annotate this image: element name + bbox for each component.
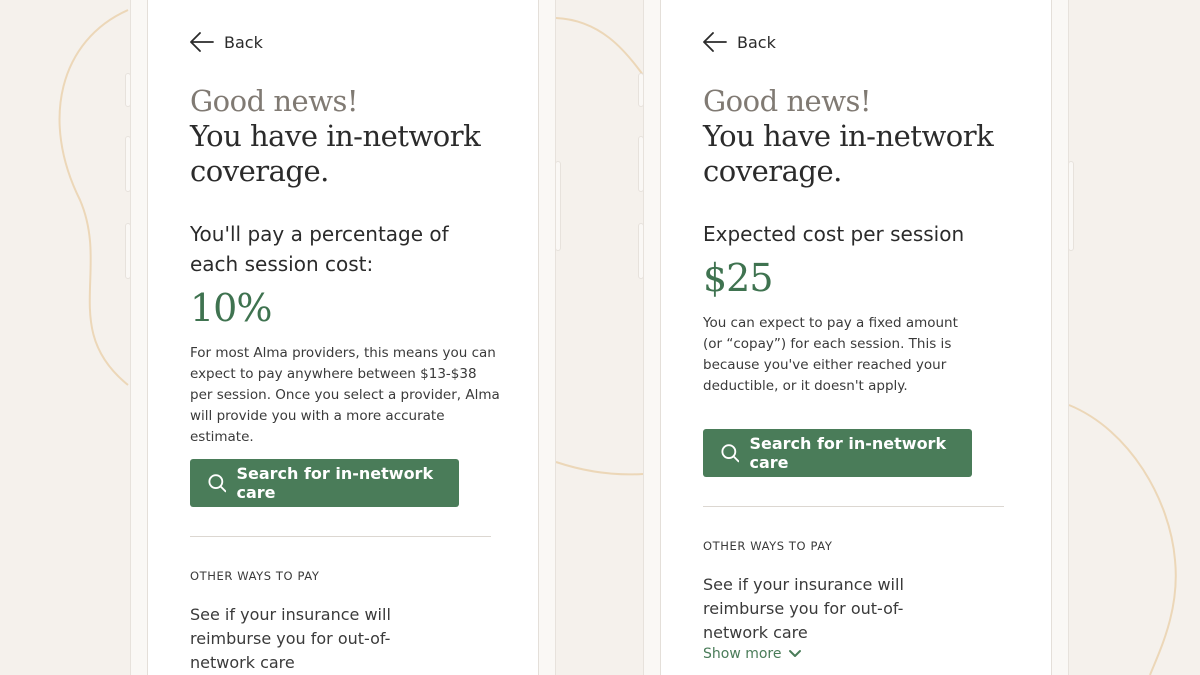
coverage-card-copay: Back Good news! You have in-network cove… — [660, 0, 1052, 675]
arrow-left-icon — [703, 32, 727, 52]
show-more-label: Show more — [703, 646, 782, 662]
cost-explanation: You can expect to pay a fixed amount (or… — [703, 315, 958, 394]
phone-side-button — [125, 136, 131, 192]
search-in-network-button[interactable]: Search for in-network care — [703, 429, 972, 477]
cost-explanation: For most Alma providers, this means you … — [190, 345, 500, 445]
back-label: Back — [224, 32, 263, 52]
back-button[interactable]: Back — [190, 32, 263, 52]
phone-side-button — [125, 73, 131, 107]
headline-good-news: Good news! — [190, 84, 359, 118]
coinsurance-value: 10% — [190, 286, 272, 330]
search-icon — [721, 444, 740, 463]
chevron-down-icon — [788, 650, 801, 657]
divider — [190, 536, 491, 537]
page-title: Good news! You have in-network coverage. — [703, 84, 1033, 189]
phone-side-button — [638, 73, 644, 107]
phone-side-button — [1068, 161, 1074, 251]
show-more-link[interactable]: Show more — [703, 646, 802, 662]
phone-side-button — [638, 136, 644, 192]
back-label: Back — [737, 32, 776, 52]
copay-value: $25 — [703, 256, 774, 300]
divider — [703, 506, 1004, 507]
phone-side-button — [638, 223, 644, 279]
coverage-card-percentage: Back Good news! You have in-network cove… — [147, 0, 539, 675]
phone-side-button — [555, 161, 561, 251]
other-ways-label: OTHER WAYS TO PAY — [190, 569, 320, 583]
other-ways-label: OTHER WAYS TO PAY — [703, 539, 833, 553]
headline-coverage: You have in-network coverage. — [703, 119, 994, 188]
cost-subhead: You'll pay a percentage of each session … — [190, 222, 449, 276]
cost-subhead: Expected cost per session — [703, 222, 965, 246]
search-button-label: Search for in-network care — [749, 434, 947, 472]
out-of-network-text: See if your insurance will reimburse you… — [703, 575, 904, 642]
headline-good-news: Good news! — [703, 84, 872, 118]
page-title: Good news! You have in-network coverage. — [190, 84, 520, 189]
out-of-network-text: See if your insurance will reimburse you… — [190, 605, 391, 672]
arrow-left-icon — [190, 32, 214, 52]
back-button[interactable]: Back — [703, 32, 776, 52]
search-icon — [208, 474, 227, 493]
search-button-label: Search for in-network care — [236, 464, 434, 502]
headline-coverage: You have in-network coverage. — [190, 119, 481, 188]
search-in-network-button[interactable]: Search for in-network care — [190, 459, 459, 507]
phone-side-button — [125, 223, 131, 279]
